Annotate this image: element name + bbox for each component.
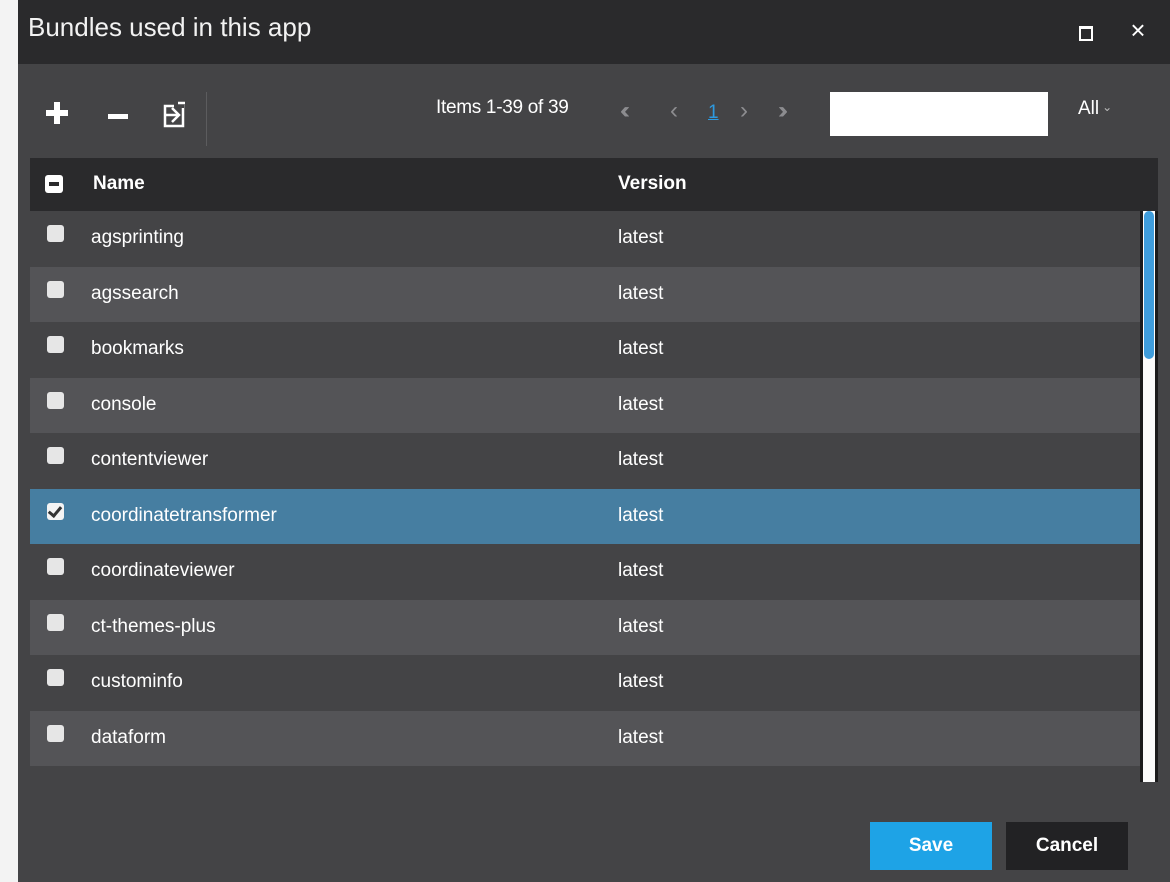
bundles-dialog: Bundles used in this app × Items 1-39 of… — [18, 0, 1170, 882]
grid-toolbar: Items 1-39 of 39 ‹‹ ‹ 1 › ›› All ⌄ — [18, 64, 1170, 158]
first-page-button[interactable]: ‹‹ — [620, 97, 630, 125]
select-all-checkbox[interactable] — [45, 175, 63, 193]
row-checkbox[interactable] — [47, 724, 64, 742]
row-checkbox[interactable] — [47, 336, 64, 353]
page-number-link[interactable]: 1 — [708, 99, 719, 127]
cell-name: agssearch — [91, 282, 179, 304]
table-row[interactable]: bookmarks latest — [30, 322, 1140, 378]
row-checkbox[interactable] — [47, 502, 64, 520]
table-row[interactable]: ct-themes-plus latest — [30, 599, 1140, 655]
row-checkbox[interactable] — [47, 225, 64, 242]
cell-version: latest — [618, 560, 664, 581]
scrollbar-thumb[interactable] — [1144, 211, 1154, 359]
column-header-name[interactable]: Name — [93, 173, 145, 195]
cell-name: dataform — [91, 726, 166, 748]
table-row[interactable]: agsprinting latest — [30, 211, 1140, 267]
chevron-down-icon: ⌄ — [1102, 100, 1113, 114]
table-row[interactable]: contentviewer latest — [30, 433, 1140, 489]
table-row[interactable]: agssearch latest — [30, 266, 1140, 322]
dialog-titlebar: Bundles used in this app × — [18, 0, 1170, 64]
row-checkbox[interactable] — [47, 280, 64, 298]
remove-bundle-button[interactable] — [102, 96, 138, 132]
last-page-button[interactable]: ›› — [778, 97, 788, 125]
cell-name: coordinatetransformer — [91, 504, 277, 526]
row-checkbox[interactable] — [47, 447, 64, 464]
cell-version: latest — [618, 671, 664, 692]
filter-selected-label: All — [1078, 98, 1100, 119]
toolbar-divider — [206, 92, 207, 146]
grid-rows: agsprinting latest agssearch latest bookmark… — [30, 211, 1140, 766]
prev-page-button[interactable]: ‹ — [670, 97, 678, 125]
cell-name: custominfo — [91, 671, 183, 692]
add-bundle-button[interactable] — [40, 96, 76, 132]
pager-info: Items 1-39 of 39 — [436, 97, 569, 118]
cell-name: coordinateviewer — [91, 560, 235, 581]
cell-name: console — [91, 393, 157, 415]
row-checkbox[interactable] — [47, 391, 64, 409]
row-checkbox[interactable] — [47, 669, 64, 686]
grid-scrollbar[interactable] — [1140, 211, 1158, 782]
cell-version: latest — [618, 282, 664, 304]
cell-version: latest — [618, 393, 664, 415]
table-row[interactable]: console latest — [30, 377, 1140, 433]
column-header-version[interactable]: Version — [618, 173, 687, 195]
cell-version: latest — [618, 615, 664, 637]
cancel-button[interactable]: Cancel — [1006, 822, 1128, 870]
table-row[interactable]: coordinateviewer latest — [30, 544, 1140, 600]
filter-dropdown[interactable]: All ⌄ — [1078, 98, 1112, 120]
save-button[interactable]: Save — [870, 822, 992, 870]
row-checkbox[interactable] — [47, 558, 64, 575]
next-page-button[interactable]: › — [740, 97, 748, 125]
cell-name: ct-themes-plus — [91, 615, 216, 637]
cell-version: latest — [618, 504, 664, 526]
dialog-title: Bundles used in this app — [28, 12, 312, 42]
maximize-icon[interactable] — [1072, 18, 1100, 46]
grid-header: Name Version — [30, 158, 1158, 211]
close-icon[interactable]: × — [1124, 16, 1152, 44]
cell-version: latest — [618, 338, 664, 359]
bundles-grid: Name Version agsprinting latest agssearch l… — [30, 158, 1158, 782]
search-input[interactable] — [830, 92, 1048, 136]
cell-name: bookmarks — [91, 338, 184, 359]
cell-version: latest — [618, 726, 664, 748]
table-row[interactable]: custominfo latest — [30, 655, 1140, 711]
cell-version: latest — [618, 227, 664, 248]
cell-version: latest — [618, 449, 664, 470]
cell-name: agsprinting — [91, 227, 184, 248]
export-icon[interactable] — [162, 100, 198, 136]
table-row[interactable]: dataform latest — [30, 710, 1140, 766]
table-row[interactable]: coordinatetransformer latest — [30, 488, 1140, 544]
cell-name: contentviewer — [91, 449, 209, 470]
row-checkbox[interactable] — [47, 613, 64, 631]
